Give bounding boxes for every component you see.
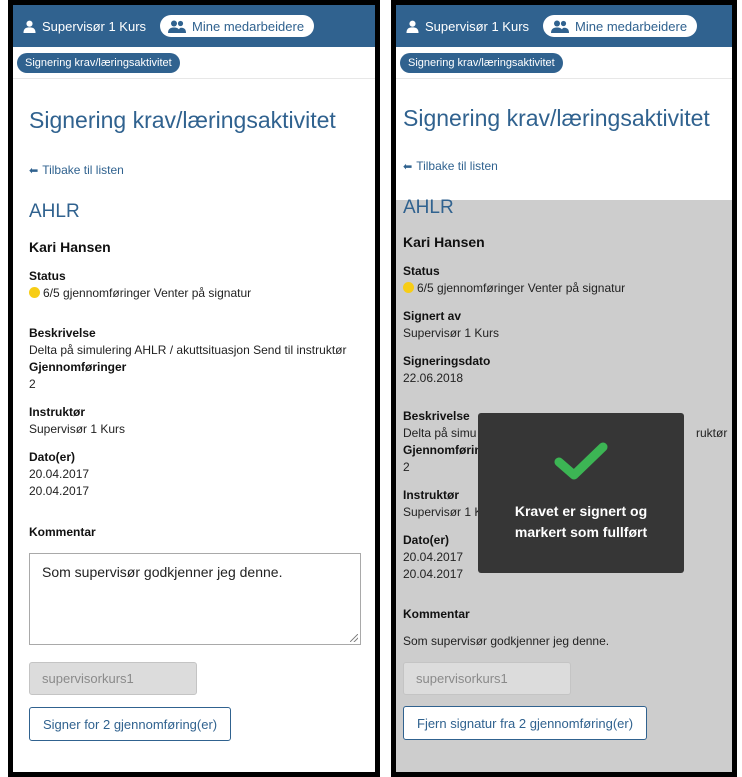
my-employees-button[interactable]: Mine medarbeidere xyxy=(160,15,315,37)
user-icon xyxy=(23,20,36,33)
back-link-label: Tilbake til listen xyxy=(42,163,124,177)
comment-text: Som supervisør godkjenner jeg denne. xyxy=(42,564,283,580)
top-navigation-bar: Supervisør 1 Kurs Mine medarbeidere xyxy=(13,5,375,47)
status-text: 6/5 gjennomføringer Venter på signatur xyxy=(43,286,252,300)
description-label: Beskrivelse xyxy=(403,409,470,423)
completions-label: Gjennomførin xyxy=(403,443,482,457)
description-value: Delta på simulering AHLR / akuttsituasjo… xyxy=(29,343,347,357)
username-value: supervisorkurs1 xyxy=(42,671,134,686)
description-value-tail: ruktør xyxy=(696,426,728,440)
page-title: Signering krav/læringsaktivitet xyxy=(403,105,710,131)
signed-by-label: Signert av xyxy=(403,309,462,323)
status-text: 6/5 gjennomføringer Venter på signatur xyxy=(417,281,626,295)
requirement-title: AHLR xyxy=(403,197,454,218)
phone-screen-before-signing: Supervisør 1 Kurs Mine medarbeidere Sign… xyxy=(8,0,380,777)
username-input[interactable]: supervisorkurs1 xyxy=(29,662,197,695)
status-value: 6/5 gjennomføringer Venter på signatur xyxy=(403,281,625,295)
signing-date-label: Signeringsdato xyxy=(403,354,491,368)
comment-label: Kommentar xyxy=(403,607,470,621)
remove-signature-button[interactable]: Fjern signatur fra 2 gjennomføring(er) xyxy=(403,706,648,740)
instructor-label: Instruktør xyxy=(29,405,86,419)
breadcrumb-current[interactable]: Signering krav/læringsaktivitet xyxy=(17,52,180,73)
my-employees-label: Mine medarbeidere xyxy=(192,18,305,34)
comment-value: Som supervisør godkjenner jeg denne. xyxy=(403,634,610,648)
toast-message: Kravet er signert og markert som fullfør… xyxy=(514,503,648,540)
breadcrumb: Signering krav/læringsaktivitet xyxy=(396,47,732,79)
breadcrumb-current[interactable]: Signering krav/læringsaktivitet xyxy=(400,52,563,73)
back-to-list-link[interactable]: ⬅ Tilbake til listen xyxy=(29,163,124,177)
checkmark-icon xyxy=(554,442,608,480)
instructor-value: Supervisør 1 Kurs xyxy=(29,422,126,436)
group-icon xyxy=(168,20,187,33)
back-link-label: Tilbake til listen xyxy=(416,159,498,173)
instructor-label: Instruktør xyxy=(403,488,460,502)
arrow-left-icon: ⬅ xyxy=(29,164,39,177)
user-name: Supervisør 1 Kurs xyxy=(425,18,530,34)
arrow-left-icon: ⬅ xyxy=(403,160,413,173)
sign-button[interactable]: Signer for 2 gjennomføring(er) xyxy=(29,707,232,741)
signing-date-value: 22.06.2018 xyxy=(403,371,464,385)
success-toast: Kravet er signert og markert som fullfør… xyxy=(478,413,684,573)
date-value: 20.04.2017 xyxy=(403,567,464,581)
page-title: Signering krav/læringsaktivitet xyxy=(29,107,336,133)
requirement-title: AHLR xyxy=(29,201,80,222)
date-value: 20.04.2017 xyxy=(29,467,90,481)
top-navigation-bar: Supervisør 1 Kurs Mine medarbeidere xyxy=(396,5,732,47)
status-dot-icon xyxy=(403,282,414,293)
breadcrumb: Signering krav/læringsaktivitet xyxy=(13,47,375,79)
status-label: Status xyxy=(403,264,440,278)
status-label: Status xyxy=(29,269,66,283)
date-value: 20.04.2017 xyxy=(29,484,90,498)
signed-by-value: Supervisør 1 Kurs xyxy=(403,326,500,340)
username-value: supervisorkurs1 xyxy=(416,671,508,686)
dates-label: Dato(er) xyxy=(29,450,76,464)
comment-label: Kommentar xyxy=(29,525,96,539)
main-content: Signering krav/læringsaktivitet ⬅ Tilbak… xyxy=(13,79,375,772)
user-icon xyxy=(406,20,419,33)
description-value: Delta på simu xyxy=(403,426,477,440)
back-to-list-link[interactable]: ⬅ Tilbake til listen xyxy=(403,159,498,173)
person-name: Kari Hansen xyxy=(29,239,111,255)
status-dot-icon xyxy=(29,287,40,298)
person-name: Kari Hansen xyxy=(403,234,485,250)
my-employees-button[interactable]: Mine medarbeidere xyxy=(543,15,698,37)
group-icon xyxy=(551,20,570,33)
user-menu[interactable]: Supervisør 1 Kurs xyxy=(23,19,146,34)
username-input[interactable]: supervisorkurs1 xyxy=(403,662,571,695)
dates-label: Dato(er) xyxy=(403,533,450,547)
date-value: 20.04.2017 xyxy=(403,550,464,564)
instructor-value: Supervisør 1 K xyxy=(403,505,483,519)
resize-handle-icon[interactable] xyxy=(350,634,358,642)
status-value: 6/5 gjennomføringer Venter på signatur xyxy=(29,286,251,300)
user-menu[interactable]: Supervisør 1 Kurs xyxy=(406,19,529,34)
description-label: Beskrivelse xyxy=(29,326,96,340)
completions-value: 2 xyxy=(403,460,410,474)
comment-textarea[interactable]: Som supervisør godkjenner jeg denne. xyxy=(29,553,361,645)
user-name: Supervisør 1 Kurs xyxy=(42,18,147,34)
my-employees-label: Mine medarbeidere xyxy=(575,18,688,34)
completions-value: 2 xyxy=(29,377,36,391)
phone-screen-after-signing: Supervisør 1 Kurs Mine medarbeidere Sign… xyxy=(391,0,737,777)
completions-label: Gjennomføringer xyxy=(29,360,127,374)
